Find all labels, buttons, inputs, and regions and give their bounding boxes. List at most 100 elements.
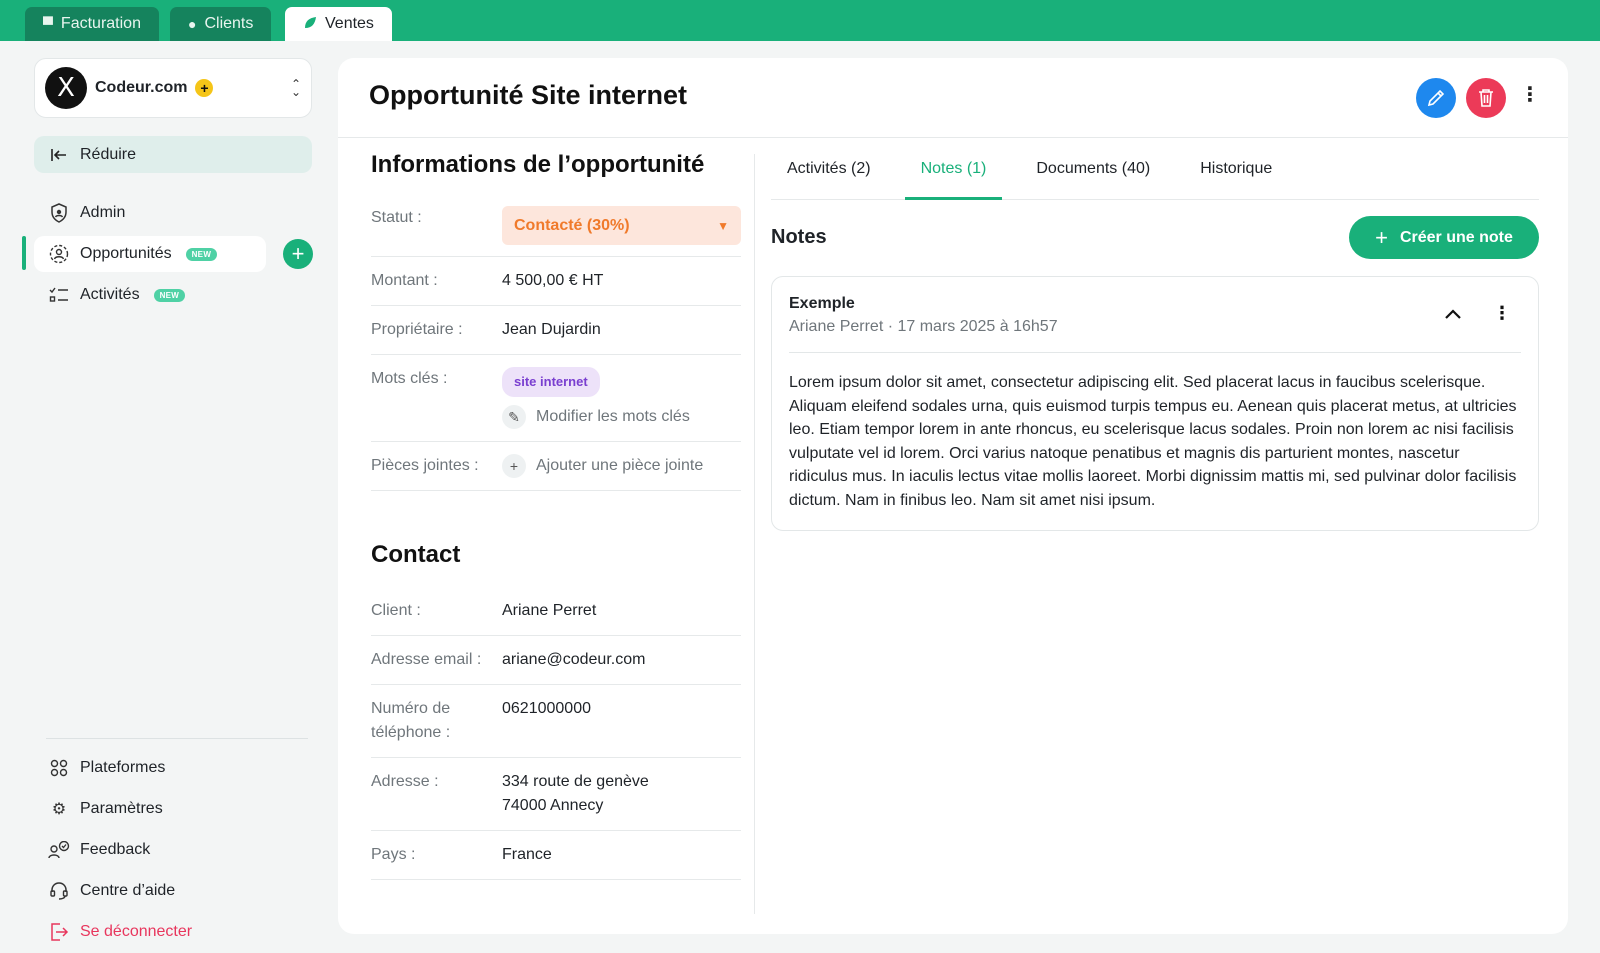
edit-button[interactable] [1416,78,1456,118]
tab-facturation[interactable]: ▀ Facturation [25,7,159,41]
tab-label: Facturation [60,15,141,32]
sidebar-item-logout[interactable]: Se déconnecter [34,914,266,950]
new-badge: NEW [185,247,218,261]
collapse-label: Réduire [80,145,137,163]
phone-row: Numéro de téléphone : 0621000000 [371,685,741,758]
clients-icon: ● [188,16,197,32]
sidebar-item-plateformes[interactable]: Plateformes [34,750,266,786]
sidebar-item-activites[interactable]: Activités NEW [34,277,266,313]
section-title: Informations de l’opportunité [371,151,705,178]
attachments-value: + Ajouter une pièce jointe [502,454,741,478]
caret-down-icon: ▼ [717,218,729,233]
note-more-options-icon[interactable]: ⋮ [1493,303,1511,324]
premium-badge-icon: + [195,79,214,97]
field-label: Montant : [371,272,438,289]
feedback-icon [48,839,70,861]
client-value: Ariane Perret [502,602,597,619]
sidebar-item-label: Se déconnecter [80,923,193,940]
sidebar-divider [46,738,308,739]
column-divider [754,154,755,914]
create-note-button[interactable]: + Créer une note [1349,216,1539,259]
amount-row: Montant : 4 500,00 € HT [371,257,741,306]
status-selected: Contacté (30%) [514,216,630,234]
pencil-icon [1427,89,1445,107]
org-logo: X [45,67,87,109]
note-actions: ⋮ [1445,303,1511,324]
chevron-updown-icon: ⌃ ⌄ [290,77,301,99]
new-badge: NEW [153,288,186,302]
sidebar-item-admin[interactable]: Admin [34,195,266,231]
logout-icon [48,921,70,943]
address-row: Adresse : 334 route de genève 74000 Anne… [371,758,741,831]
leaf-icon [303,16,317,33]
sidebar-item-label: Admin [80,204,126,221]
tab-ventes[interactable]: Ventes [285,7,392,41]
address-line2: 74000 Annecy [502,797,604,814]
field-label: Numéro de téléphone : [371,700,451,741]
sidebar-item-label: Plateformes [80,759,166,776]
collapse-icon [48,144,70,166]
tab-clients[interactable]: ● Clients [170,7,272,41]
edit-keywords-label: Modifier les mots clés [536,408,690,425]
sidebar-item-label: Feedback [80,841,151,858]
sidebar-item-parametres[interactable]: ⚙ Paramètres [34,791,266,827]
headset-icon [48,880,70,902]
sidebar-item-centre-aide[interactable]: Centre d’aide [34,873,266,909]
field-label: Mots clés : [371,370,448,387]
add-opportunity-button[interactable]: + [283,239,313,269]
email-row: Adresse email : ariane@codeur.com [371,636,741,685]
field-label: Adresse email : [371,651,482,668]
note-header: Exemple Ariane Perret · 17 mars 2025 à 1… [789,295,1521,353]
contact-section-title: Contact [371,541,461,568]
edit-keywords-link[interactable]: ✎ Modifier les mots clés [502,405,741,429]
notes-title: Notes [771,226,827,248]
note-meta: Ariane Perret · 17 mars 2025 à 16h57 [789,318,1058,335]
field-label: Statut : [371,209,422,226]
sidebar-item-feedback[interactable]: Feedback [34,832,266,868]
keywords-value: site internet ✎ Modifier les mots clés [502,367,741,429]
add-attachment-link[interactable]: + Ajouter une pièce jointe [502,454,741,478]
email-value: ariane@codeur.com [502,651,646,668]
note-info: Exemple Ariane Perret · 17 mars 2025 à 1… [789,295,1058,336]
sidebar-item-label: Centre d’aide [80,882,176,899]
shield-icon [48,202,70,224]
tab-notes[interactable]: Notes (1) [904,138,1003,200]
delete-button[interactable] [1466,78,1506,118]
tab-documents[interactable]: Documents (40) [1020,138,1166,199]
chevron-up-icon[interactable] [1445,303,1461,324]
sidebar-item-label: Paramètres [80,800,163,817]
attachments-row: Pièces jointes : + Ajouter une pièce joi… [371,442,741,491]
note-card: Exemple Ariane Perret · 17 mars 2025 à 1… [771,276,1539,531]
amount-value: 4 500,00 € HT [502,272,604,289]
sidebar-item-label: Activités [80,286,140,303]
field-label: Pièces jointes : [371,457,479,474]
keywords-row: Mots clés : site internet ✎ Modifier les… [371,355,741,442]
status-value: Contacté (30%) ▼ [502,206,741,245]
country-row: Pays : France [371,831,741,880]
status-row: Statut : Contacté (30%) ▼ [371,197,741,257]
organization-switcher[interactable]: X Codeur.com + ⌃ ⌄ [34,58,312,118]
keyword-tag[interactable]: site internet [502,367,600,397]
top-bar: ▀ Facturation ● Clients Ventes [0,0,1600,41]
plus-icon: + [1375,224,1388,250]
status-select[interactable]: Contacté (30%) ▼ [502,206,741,245]
sidebar-item-opportunites[interactable]: Opportunités NEW [34,236,266,272]
user-circle-icon [48,243,70,265]
field-label: Propriétaire : [371,321,463,338]
grid-icon [48,757,70,779]
tab-label: Ventes [325,15,374,32]
address-value: 334 route de genève 74000 Annecy [502,770,741,818]
plus-icon: + [502,454,526,478]
active-indicator [22,236,26,270]
tab-activites[interactable]: Activités (2) [771,138,887,199]
more-options-icon[interactable]: ⋮ [1520,85,1540,105]
country-value: France [502,846,552,863]
invoice-icon: ▀ [43,16,53,32]
field-label: Adresse : [371,773,439,790]
note-title: Exemple [789,295,855,312]
page-header: Opportunité Site internet ⋮ [338,58,1568,138]
collapse-sidebar-button[interactable]: Réduire [34,136,312,173]
field-label: Pays : [371,846,416,863]
note-body: Lorem ipsum dolor sit amet, consectetur … [789,374,1517,509]
tab-historique[interactable]: Historique [1184,138,1288,199]
